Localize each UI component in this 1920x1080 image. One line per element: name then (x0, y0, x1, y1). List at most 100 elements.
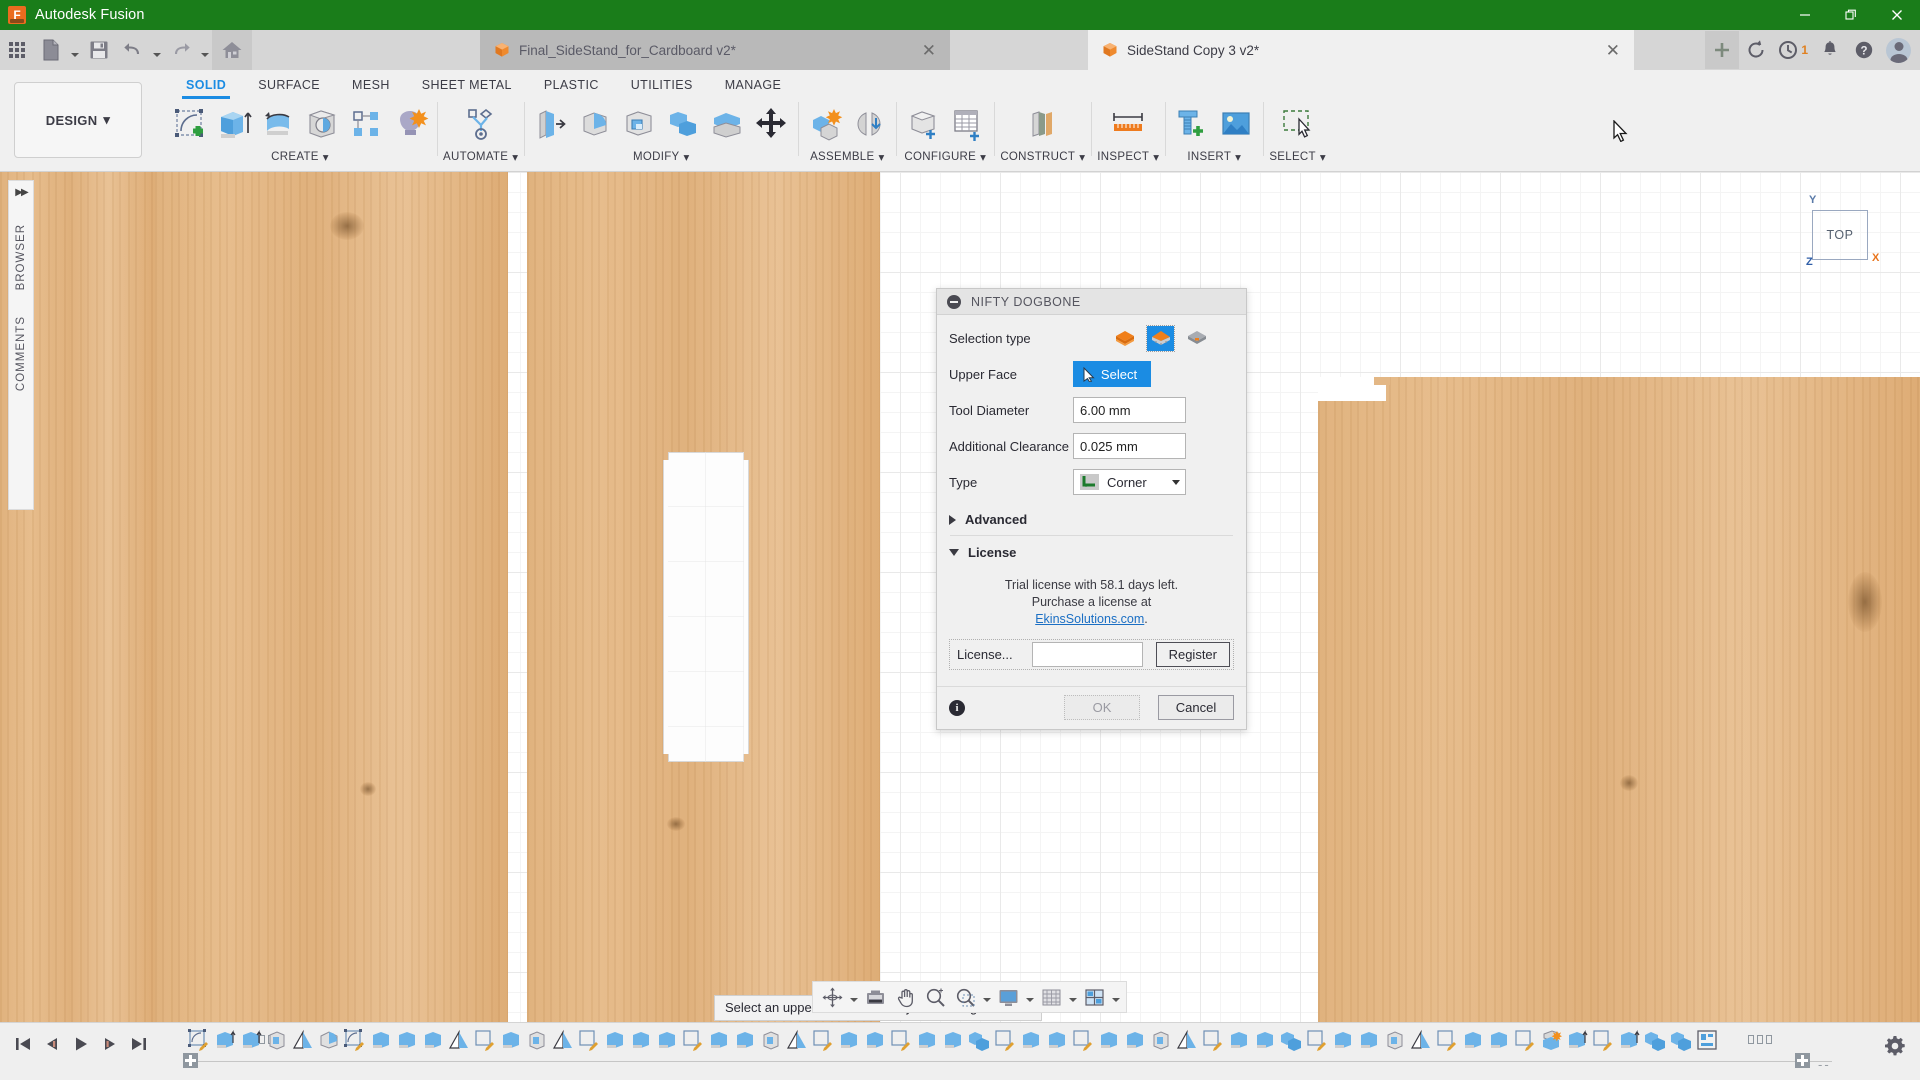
insert-mcmaster-icon[interactable] (1171, 102, 1213, 146)
ribbon-panel-label-assemble[interactable]: ASSEMBLE ▾ (810, 150, 884, 164)
timeline-feature[interactable] (1096, 1027, 1121, 1053)
automate-icon[interactable] (460, 102, 502, 146)
info-icon[interactable]: i (949, 699, 965, 716)
timeline-feature[interactable] (576, 1027, 601, 1053)
timeline-feature[interactable] (602, 1027, 627, 1053)
selection-type-edge-icon[interactable] (1183, 326, 1210, 351)
configuration-table-icon[interactable] (946, 102, 988, 146)
ribbon-panel-label-modify[interactable]: MODIFY ▾ (633, 150, 690, 164)
timeline-feature[interactable] (1252, 1027, 1277, 1053)
new-document-dropdown[interactable] (68, 31, 82, 69)
document-tab-close-0[interactable]: ✕ (904, 42, 936, 59)
collapse-icon[interactable] (947, 294, 961, 309)
document-tab-1[interactable]: SideStand Copy 3 v2* ✕ (1088, 30, 1634, 70)
timeline-feature[interactable] (394, 1027, 419, 1053)
revolve-icon[interactable] (257, 102, 299, 146)
timeline-feature[interactable] (836, 1027, 861, 1053)
ribbon-panel-label-select[interactable]: SELECT ▾ (1269, 150, 1326, 164)
timeline-feature[interactable] (342, 1027, 367, 1053)
grid-snaps-dropdown[interactable] (1066, 982, 1079, 1012)
zoom-icon[interactable] (920, 982, 950, 1012)
redo-dropdown[interactable] (198, 31, 212, 69)
timeline-feature[interactable] (1668, 1027, 1693, 1053)
extrude-icon[interactable] (213, 102, 255, 146)
timeline-feature[interactable] (420, 1027, 445, 1053)
insert-canvas-icon[interactable] (1215, 102, 1257, 146)
comments-panel-label[interactable]: COMMENTS (15, 316, 27, 391)
ribbon-tab-surface[interactable]: SURFACE (242, 74, 336, 97)
home-icon[interactable] (212, 30, 252, 70)
pan-icon[interactable] (890, 982, 920, 1012)
ribbon-panel-label-configure[interactable]: CONFIGURE ▾ (904, 150, 986, 164)
view-cube[interactable]: TOP Y Z X (1790, 194, 1885, 274)
timeline-feature[interactable] (1018, 1027, 1043, 1053)
bell-icon[interactable] (1813, 31, 1847, 69)
undo-icon[interactable] (116, 31, 150, 69)
timeline-feature[interactable] (862, 1027, 887, 1053)
timeline-feature[interactable] (784, 1027, 809, 1053)
timeline-feature[interactable] (1486, 1027, 1511, 1053)
timeline-feature[interactable] (186, 1027, 211, 1053)
grid-snaps-icon[interactable] (1036, 982, 1066, 1012)
create-configuration-icon[interactable] (902, 102, 944, 146)
ribbon-panel-label-automate[interactable]: AUTOMATE ▾ (443, 150, 518, 164)
timeline-feature[interactable] (1278, 1027, 1303, 1053)
new-document-icon[interactable] (34, 31, 68, 69)
close-window-button[interactable] (1874, 0, 1920, 30)
license-key-input[interactable] (1032, 642, 1143, 667)
timeline-feature[interactable] (914, 1027, 939, 1053)
selection-type-face-icon[interactable] (1146, 324, 1175, 352)
ribbon-tab-sheet-metal[interactable]: SHEET METAL (406, 74, 528, 97)
user-avatar-icon[interactable] (1881, 31, 1916, 69)
timeline-feature[interactable] (550, 1027, 575, 1053)
new-component-icon[interactable] (804, 102, 846, 146)
selection-type-body-icon[interactable] (1111, 326, 1138, 351)
cancel-button[interactable]: Cancel (1158, 695, 1234, 720)
timeline-feature[interactable] (264, 1027, 289, 1053)
timeline-feature[interactable] (680, 1027, 705, 1053)
timeline-feature[interactable] (212, 1027, 237, 1053)
upper-face-select-button[interactable]: Select (1073, 361, 1151, 387)
timeline-feature[interactable] (732, 1027, 757, 1053)
document-tab-close-1[interactable]: ✕ (1588, 42, 1620, 59)
orbit-icon[interactable] (817, 982, 847, 1012)
timeline-feature[interactable] (1070, 1027, 1095, 1053)
timeline-start-marker[interactable] (183, 1053, 198, 1068)
joint-icon[interactable] (848, 102, 890, 146)
timeline-feature[interactable] (1226, 1027, 1251, 1053)
timeline-end-marker[interactable] (1795, 1053, 1810, 1068)
additional-clearance-input[interactable]: 0.025 mm (1073, 433, 1186, 459)
timeline-feature[interactable] (1330, 1027, 1355, 1053)
display-settings-icon[interactable] (993, 982, 1023, 1012)
tool-diameter-input[interactable]: 6.00 mm (1073, 397, 1186, 423)
timeline-feature[interactable] (1304, 1027, 1329, 1053)
viewports-dropdown[interactable] (1109, 982, 1122, 1012)
timeline-feature[interactable] (1538, 1027, 1563, 1053)
timeline-feature[interactable] (290, 1027, 315, 1053)
orbit-dropdown[interactable] (847, 982, 860, 1012)
pattern-icon[interactable] (345, 102, 387, 146)
timeline-feature[interactable] (628, 1027, 653, 1053)
timeline-feature[interactable] (472, 1027, 497, 1053)
minimize-button[interactable] (1782, 0, 1828, 30)
timeline-feature[interactable] (316, 1027, 341, 1053)
license-purchase-link[interactable]: EkinsSolutions.com (1035, 612, 1144, 626)
viewports-icon[interactable] (1079, 982, 1109, 1012)
create-form-icon[interactable] (389, 102, 431, 146)
create-sketch-icon[interactable] (169, 102, 211, 146)
app-grid-icon[interactable] (0, 31, 34, 69)
plus-icon[interactable] (1705, 31, 1740, 69)
ribbon-panel-label-create[interactable]: CREATE ▾ (271, 150, 329, 164)
look-at-icon[interactable] (860, 982, 890, 1012)
timeline-feature[interactable] (1200, 1027, 1225, 1053)
ribbon-panel-label-construct[interactable]: CONSTRUCT ▾ (1000, 150, 1085, 164)
hole-icon[interactable] (301, 102, 343, 146)
shell-icon[interactable] (618, 102, 660, 146)
step-back-icon[interactable] (37, 1029, 66, 1059)
timeline-feature[interactable] (1460, 1027, 1485, 1053)
timeline-feature[interactable] (706, 1027, 731, 1053)
timeline-feature[interactable] (524, 1027, 549, 1053)
timeline-feature[interactable] (888, 1027, 913, 1053)
select-tool-icon[interactable] (1277, 102, 1319, 146)
timeline-feature[interactable] (238, 1027, 263, 1053)
